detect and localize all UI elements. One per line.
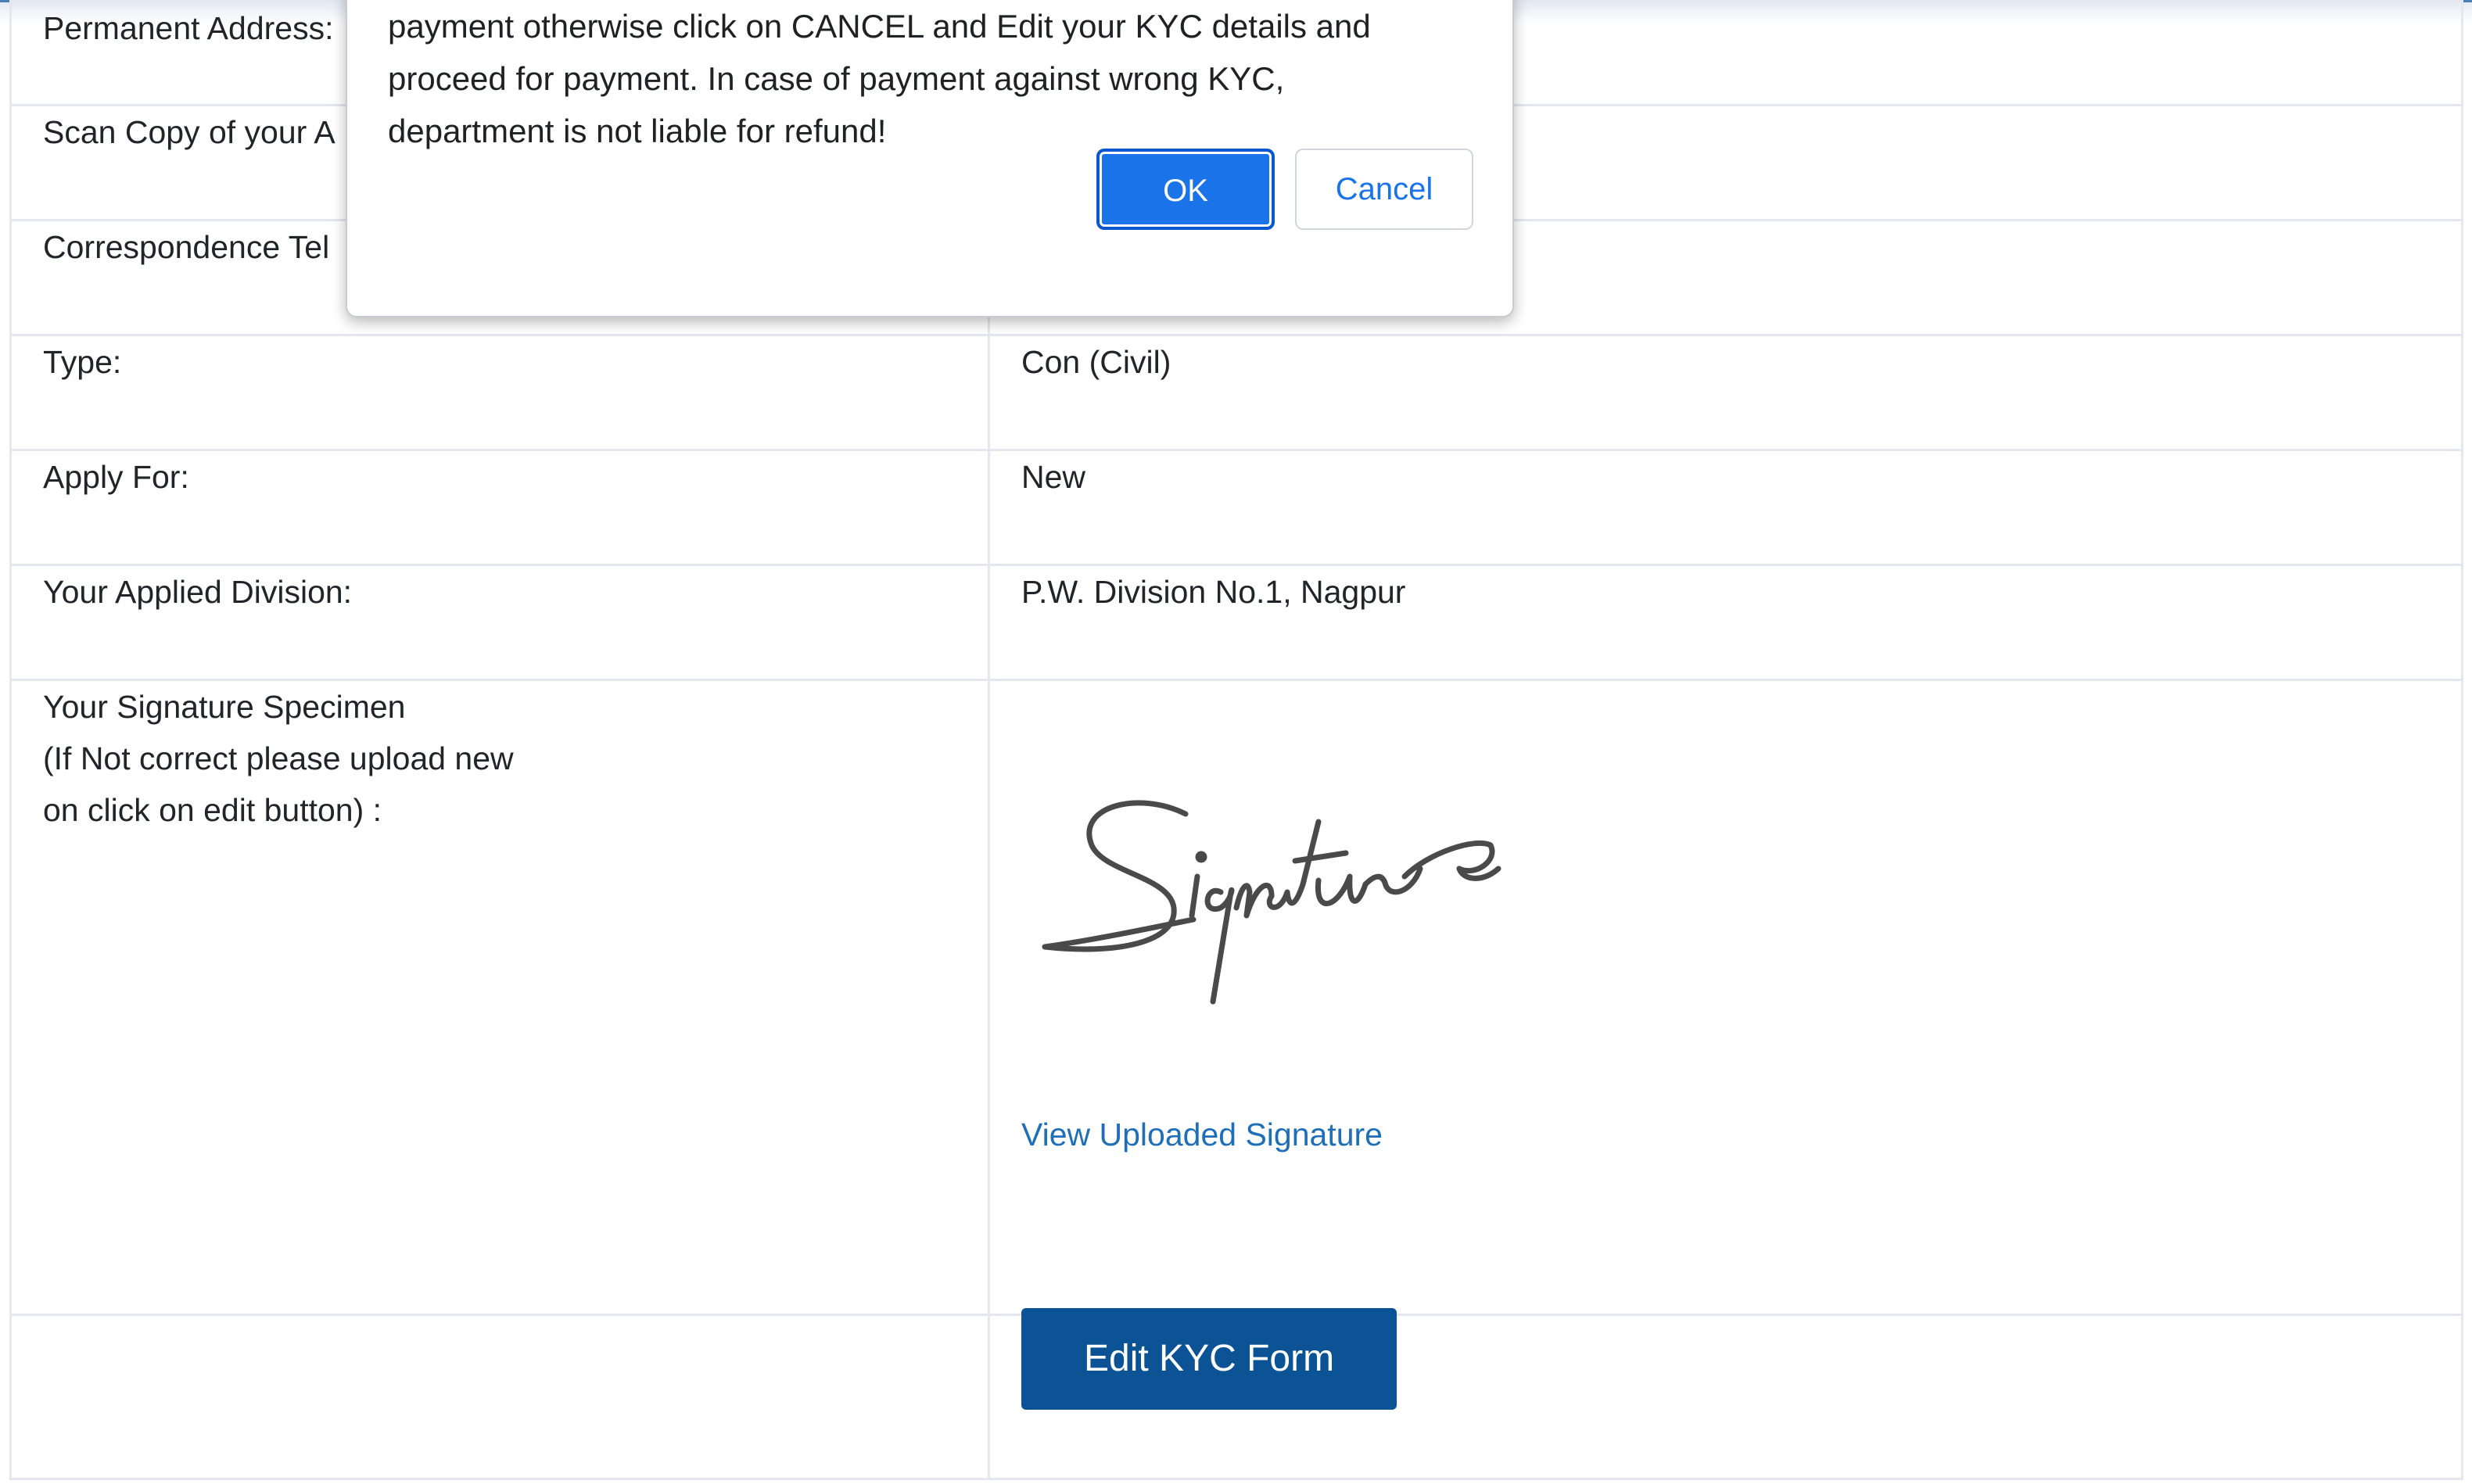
- row-value-applied-division: P.W. Division No.1, Nagpur: [988, 564, 2463, 681]
- table-row-actions: Edit KYC Form: [9, 1308, 2463, 1480]
- row-label-type: Type:: [9, 334, 990, 451]
- signature-label-line2: (If Not correct please upload new: [43, 740, 514, 776]
- view-uploaded-signature-link[interactable]: View Uploaded Signature: [1021, 1109, 2430, 1160]
- confirm-dialog-message: payment otherwise click on CANCEL and Ed…: [388, 0, 1483, 157]
- row-value-apply-for: New: [988, 449, 2463, 566]
- confirm-dialog: payment otherwise click on CANCEL and Ed…: [346, 0, 1514, 317]
- table-row: Your Applied Division: P.W. Division No.…: [9, 564, 2463, 681]
- signature-label-line1: Your Signature Specimen: [43, 689, 406, 725]
- cancel-button[interactable]: Cancel: [1295, 149, 1473, 230]
- actions-cell: Edit KYC Form: [988, 1308, 2463, 1480]
- signature-label-line3: on click on edit button) :: [43, 792, 382, 828]
- signature-image-text: Signature: [1276, 1012, 1283, 1014]
- empty-cell: [9, 1314, 990, 1480]
- signature-image: Signature: [1042, 800, 1501, 1014]
- row-label-applied-division: Your Applied Division:: [9, 564, 990, 681]
- signature-label: Your Signature Specimen (If Not correct …: [9, 679, 990, 1316]
- table-row: Type: Con (Civil): [9, 334, 2463, 451]
- dialog-message-line1: payment otherwise click on CANCEL and Ed…: [388, 8, 1371, 45]
- signature-cell: Signature View Uploaded Signature: [988, 679, 2463, 1316]
- dialog-message-line2: proceed for payment. In case of payment …: [388, 60, 1285, 97]
- row-value-type: Con (Civil): [988, 334, 2463, 451]
- ok-button[interactable]: OK: [1096, 149, 1275, 230]
- edit-kyc-form-button[interactable]: Edit KYC Form: [1021, 1308, 1397, 1410]
- row-label-apply-for: Apply For:: [9, 449, 990, 566]
- table-row-signature: Your Signature Specimen (If Not correct …: [9, 679, 2463, 1316]
- table-row: Apply For: New: [9, 449, 2463, 566]
